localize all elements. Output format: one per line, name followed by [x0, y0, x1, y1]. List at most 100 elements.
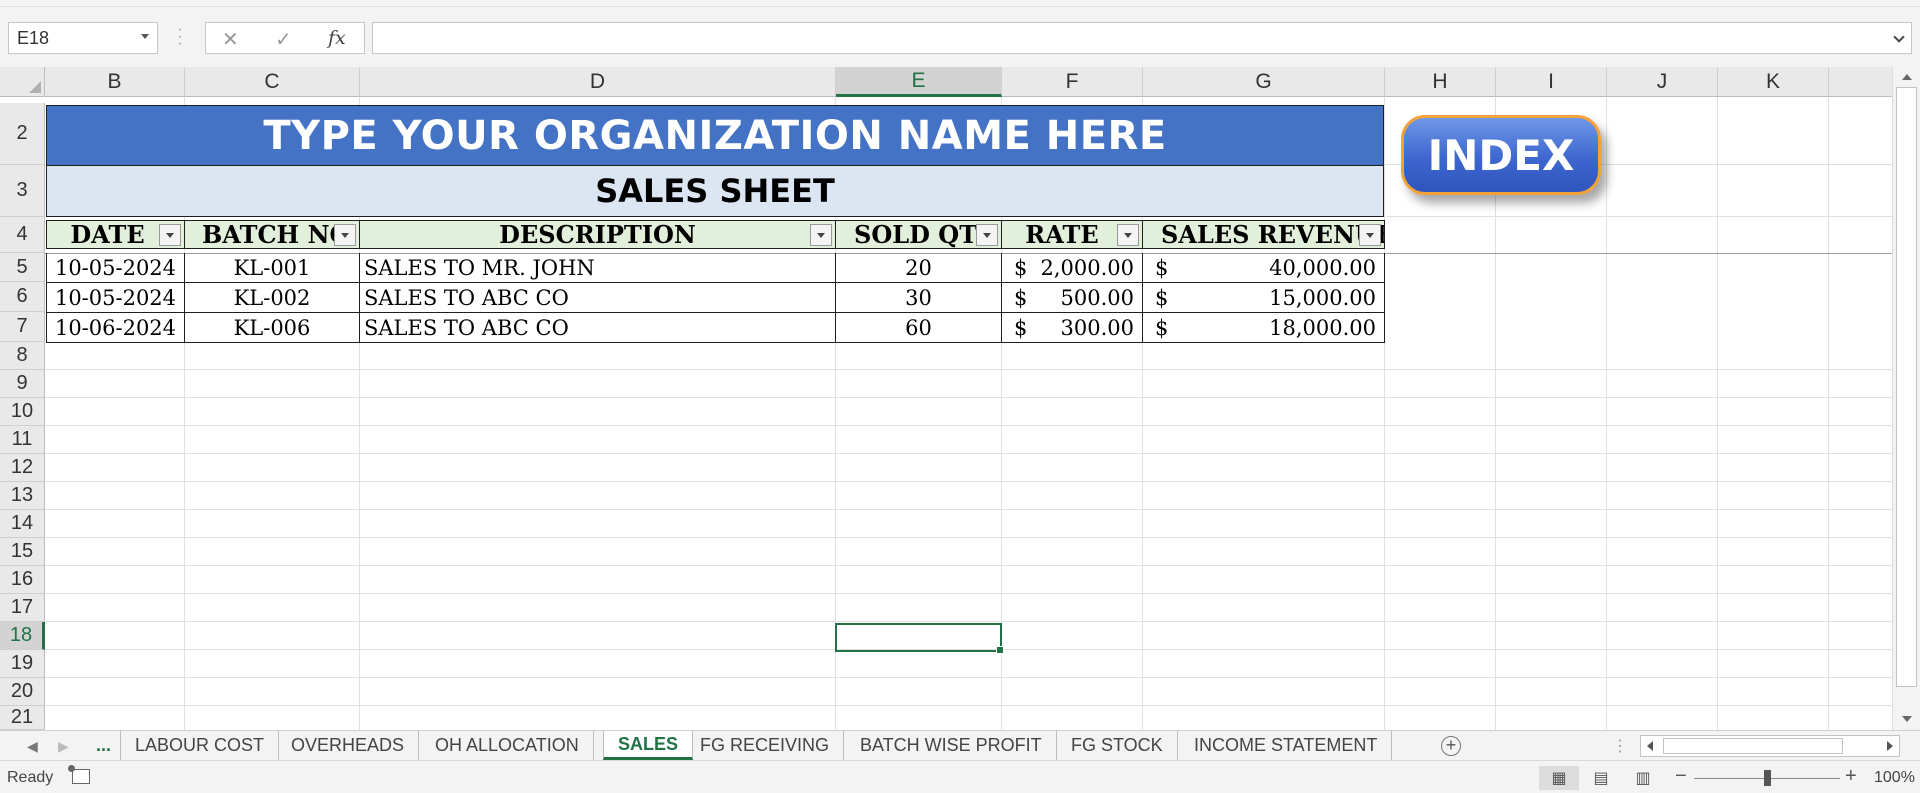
index-button[interactable]: INDEX — [1401, 115, 1601, 195]
tab-scroll-right-icon[interactable]: ▶ — [58, 738, 69, 755]
tab-labour-cost[interactable]: LABOUR COST — [120, 731, 280, 760]
header-description[interactable]: DESCRIPTION — [359, 220, 836, 249]
header-date[interactable]: DATE — [46, 220, 185, 249]
cell-description[interactable]: SALES TO ABC CO — [360, 313, 836, 343]
name-box[interactable]: E18 — [8, 22, 158, 54]
filter-dropdown-icon[interactable] — [976, 224, 998, 246]
cell-qty[interactable]: 20 — [836, 253, 1002, 283]
row-header-6[interactable]: 6 — [0, 282, 45, 312]
tab-splitter-icon[interactable]: ⋮ — [1612, 736, 1628, 756]
tab-sales[interactable]: SALES — [603, 731, 694, 760]
cell-date[interactable]: 10-05-2024 — [46, 253, 185, 283]
expand-formula-icon[interactable] — [1893, 31, 1905, 43]
formula-input[interactable] — [372, 22, 1912, 54]
cell-date[interactable]: 10-05-2024 — [46, 283, 185, 313]
column-header-i[interactable]: I — [1496, 67, 1607, 97]
row-header-12[interactable]: 12 — [0, 454, 45, 482]
row-header-16[interactable]: 16 — [0, 566, 45, 594]
select-all-corner[interactable] — [0, 67, 45, 97]
row-header-9[interactable]: 9 — [0, 370, 45, 398]
zoom-level[interactable]: 100% — [1874, 769, 1915, 787]
horizontal-scrollbar[interactable] — [1640, 735, 1900, 757]
tab-income-statement[interactable]: INCOME STATEMENT — [1180, 731, 1393, 760]
cell-revenue[interactable]: $ 18,000.00 — [1143, 313, 1385, 343]
column-header-j[interactable]: J — [1607, 67, 1718, 97]
add-sheet-icon[interactable]: + — [1441, 736, 1461, 756]
column-header-l[interactable]: L — [1829, 67, 1892, 97]
row-header-14[interactable]: 14 — [0, 510, 45, 538]
scroll-up-icon[interactable] — [1902, 74, 1912, 80]
cell-revenue[interactable]: $ 40,000.00 — [1143, 253, 1385, 283]
cell-batch[interactable]: KL-002 — [185, 283, 360, 313]
zoom-out-icon[interactable]: − — [1675, 765, 1687, 788]
row-header-5[interactable]: 5 — [0, 253, 45, 282]
cell-rate[interactable]: $ 300.00 — [1002, 313, 1143, 343]
tab-batch-wise-profit[interactable]: BATCH WISE PROFIT — [846, 731, 1057, 760]
column-header-d[interactable]: D — [360, 67, 836, 97]
organization-name-banner[interactable]: TYPE YOUR ORGANIZATION NAME HERE — [46, 105, 1384, 166]
row-header-4[interactable]: 4 — [0, 217, 45, 253]
column-header-k[interactable]: K — [1718, 67, 1829, 97]
page-layout-view-icon[interactable]: ▤ — [1581, 766, 1621, 790]
filter-dropdown-icon[interactable] — [334, 224, 356, 246]
row-header-7[interactable]: 7 — [0, 312, 45, 342]
cell-description[interactable]: SALES TO MR. JOHN — [360, 253, 836, 283]
row-header-8[interactable]: 8 — [0, 342, 45, 370]
tab-scroll-left-icon[interactable]: ◀ — [27, 738, 38, 755]
page-break-preview-icon[interactable]: ▥ — [1623, 766, 1663, 790]
cell-description[interactable]: SALES TO ABC CO — [360, 283, 836, 313]
cell-batch[interactable]: KL-006 — [185, 313, 360, 343]
cell-qty[interactable]: 60 — [836, 313, 1002, 343]
cell-qty[interactable]: 30 — [836, 283, 1002, 313]
normal-view-icon[interactable]: ▦ — [1539, 766, 1579, 790]
tab-oh-allocation[interactable]: OH ALLOCATION — [421, 731, 594, 760]
row-header-3[interactable]: 3 — [0, 165, 45, 217]
macro-recording-icon[interactable] — [68, 765, 90, 784]
column-header-f[interactable]: F — [1002, 67, 1143, 97]
column-header-g[interactable]: G — [1143, 67, 1385, 97]
row-header-15[interactable]: 15 — [0, 538, 45, 566]
header-sold-qty[interactable]: SOLD QTY — [835, 220, 1002, 249]
zoom-slider-thumb[interactable] — [1764, 770, 1771, 786]
column-header-e[interactable]: E — [836, 67, 1002, 97]
more-sheets-button[interactable]: ... — [82, 731, 125, 760]
scroll-right-icon[interactable] — [1887, 741, 1893, 751]
scroll-thumb[interactable] — [1896, 87, 1917, 687]
horizontal-scroll-thumb[interactable] — [1663, 738, 1843, 754]
row-header-10[interactable]: 10 — [0, 398, 45, 426]
scroll-left-icon[interactable] — [1647, 741, 1653, 751]
cell-revenue[interactable]: $ 15,000.00 — [1143, 283, 1385, 313]
cell-rate[interactable]: $ 2,000.00 — [1002, 253, 1143, 283]
row-header-18[interactable]: 18 — [0, 622, 45, 650]
zoom-in-icon[interactable]: + — [1845, 765, 1857, 788]
cell-date[interactable]: 10-06-2024 — [46, 313, 185, 343]
cancel-icon[interactable]: ✕ — [222, 27, 239, 52]
header-sales-revenue[interactable]: SALES REVENUE — [1142, 220, 1385, 249]
tab-fg-receiving[interactable]: FG RECEIVING — [686, 731, 845, 760]
filter-dropdown-icon[interactable] — [810, 224, 832, 246]
filter-dropdown-icon[interactable] — [1117, 224, 1139, 246]
insert-function-icon[interactable]: fx — [328, 27, 346, 49]
row-header-20[interactable]: 20 — [0, 678, 45, 706]
cell-batch[interactable]: KL-001 — [185, 253, 360, 283]
sheet-title[interactable]: SALES SHEET — [46, 166, 1384, 217]
more-options-icon[interactable]: · · · — [177, 22, 183, 52]
row-header-2[interactable]: 2 — [0, 103, 45, 165]
vertical-scrollbar[interactable] — [1892, 67, 1920, 730]
row-header-17[interactable]: 17 — [0, 594, 45, 622]
column-header-b[interactable]: B — [45, 67, 185, 97]
tab-fg-stock[interactable]: FG STOCK — [1057, 731, 1178, 760]
enter-icon[interactable]: ✓ — [275, 27, 292, 52]
selected-cell[interactable] — [835, 623, 1004, 654]
row-header-19[interactable]: 19 — [0, 650, 45, 678]
tab-overheads[interactable]: OVERHEADS — [277, 731, 420, 760]
row-header-11[interactable]: 11 — [0, 426, 45, 454]
header-batch-no[interactable]: BATCH NO — [184, 220, 360, 249]
header-rate[interactable]: RATE — [1001, 220, 1143, 249]
filter-dropdown-icon[interactable] — [159, 224, 181, 246]
column-header-h[interactable]: H — [1385, 67, 1496, 97]
chevron-down-icon[interactable] — [141, 34, 149, 39]
column-header-c[interactable]: C — [185, 67, 360, 97]
filter-dropdown-icon[interactable] — [1359, 224, 1381, 246]
row-header-21[interactable]: 21 — [0, 706, 45, 730]
